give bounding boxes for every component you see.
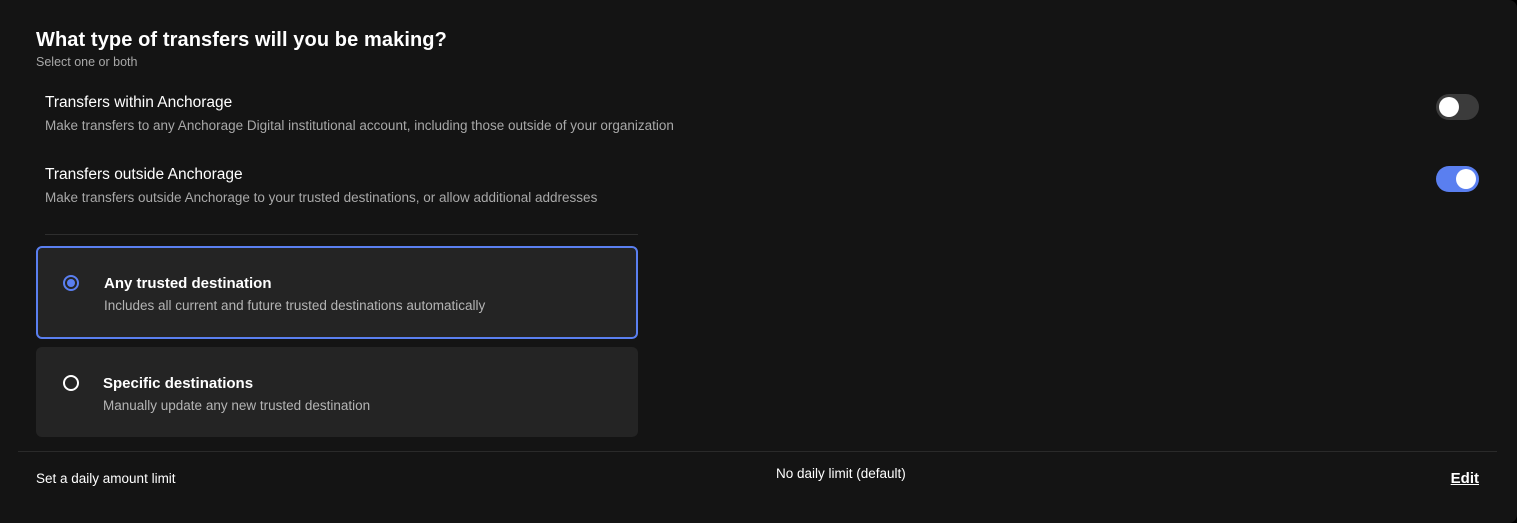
option-title: Any trusted destination <box>104 275 272 292</box>
transfer-outside-anchorage-title: Transfers outside Anchorage <box>45 166 243 183</box>
section-subtitle: Select one or both <box>36 55 138 69</box>
section-title: What type of transfers will you be makin… <box>36 29 447 51</box>
toggle-knob <box>1439 97 1459 117</box>
transfer-settings-panel: What type of transfers will you be makin… <box>0 0 1517 523</box>
radio-unchecked-icon[interactable] <box>63 375 79 391</box>
divider <box>18 451 1497 452</box>
transfer-outside-anchorage-description: Make transfers outside Anchorage to your… <box>45 190 598 205</box>
option-any-trusted-destination[interactable]: Any trusted destination Includes all cur… <box>36 246 638 339</box>
option-description: Manually update any new trusted destinat… <box>103 398 371 413</box>
transfer-outside-anchorage-row: Transfers outside Anchorage Make transfe… <box>45 166 1481 214</box>
option-description: Includes all current and future trusted … <box>104 298 486 313</box>
transfer-within-anchorage-title: Transfers within Anchorage <box>45 94 233 111</box>
transfer-outside-anchorage-toggle[interactable] <box>1436 166 1479 192</box>
daily-limit-label: Set a daily amount limit <box>36 471 176 486</box>
transfer-within-anchorage-description: Make transfers to any Anchorage Digital … <box>45 118 674 133</box>
option-specific-destinations[interactable]: Specific destinations Manually update an… <box>36 347 638 437</box>
transfer-within-anchorage-row: Transfers within Anchorage Make transfer… <box>45 94 1481 142</box>
edit-daily-limit-link[interactable]: Edit <box>1451 470 1479 487</box>
transfer-within-anchorage-toggle[interactable] <box>1436 94 1479 120</box>
toggle-knob <box>1456 169 1476 189</box>
divider <box>45 234 638 235</box>
radio-checked-icon[interactable] <box>63 275 79 291</box>
option-title: Specific destinations <box>103 375 254 392</box>
daily-limit-value: No daily limit (default) <box>776 466 906 481</box>
